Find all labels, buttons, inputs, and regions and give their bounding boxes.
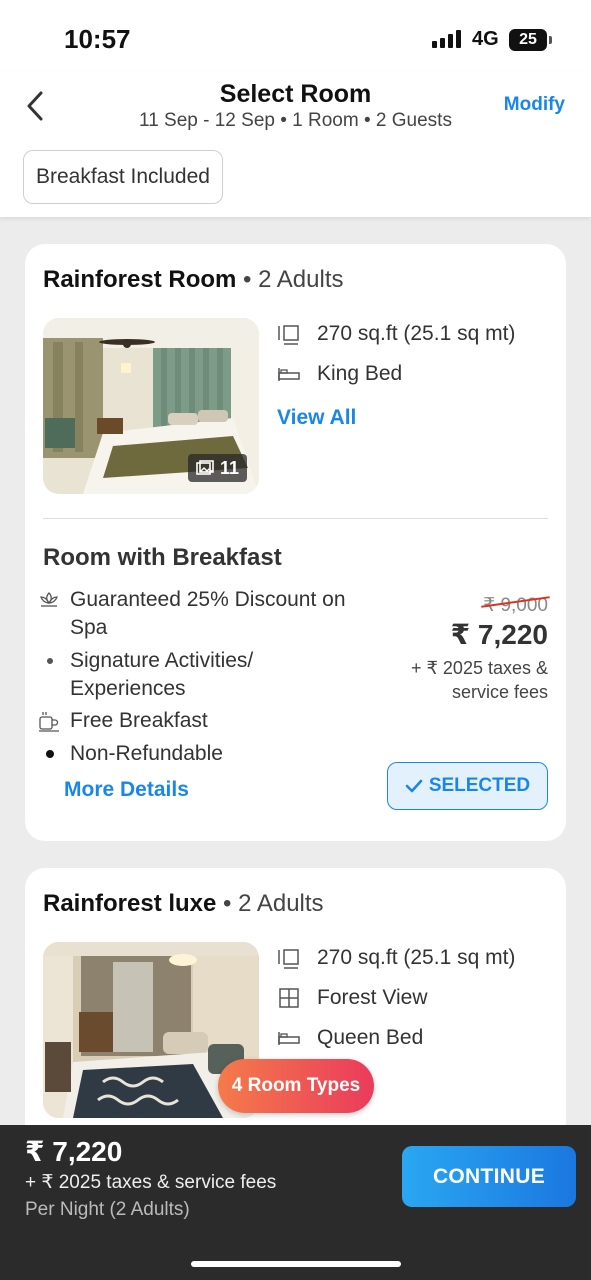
area-icon [278, 949, 299, 969]
room-feature-label: 270 sq.ft (25.1 sq mt) [317, 322, 516, 345]
selected-button[interactable]: SELECTED [387, 762, 548, 810]
gallery-icon [196, 460, 214, 475]
room-name: Rainforest Room [43, 266, 237, 293]
separator-dot: • [216, 890, 239, 917]
home-indicator [191, 1261, 401, 1267]
photo-count-badge: 11 [187, 454, 247, 482]
battery-level: 25 [519, 31, 537, 48]
bed-icon [278, 368, 300, 381]
room-feature-label: Forest View [317, 986, 428, 1009]
inclusion-text: Non-Refundable [70, 742, 223, 765]
room-feature-view: Forest View [277, 986, 428, 1010]
inclusion-text: Signature Activities/ Experiences [70, 649, 254, 700]
status-bar: 10:57 4G 25 [0, 0, 591, 72]
rate-plan-title: Room with Breakfast [43, 544, 282, 571]
room-title: Rainforest Room • 2 Adults [43, 266, 344, 294]
room-feature-label: King Bed [317, 362, 403, 385]
bottom-bar: ₹ 7,220 + ₹ 2025 taxes & service fees Pe… [0, 1125, 591, 1280]
window-icon [279, 988, 299, 1008]
inclusion-text: Guaranteed 25% Discount on Spa [70, 588, 346, 639]
photo-count: 11 [219, 458, 239, 478]
bed-icon [278, 1032, 300, 1045]
header: Select Room 11 Sep - 12 Sep • 1 Room • 2… [0, 72, 591, 217]
total-tax-note: + ₹ 2025 taxes & service fees [25, 1172, 277, 1193]
room-feature-label: Queen Bed [317, 1026, 424, 1049]
inclusion-text: Free Breakfast [70, 709, 208, 732]
room-card: Rainforest Room • 2 Adults 11 270 sq.ft … [25, 244, 566, 841]
original-price: ₹ 9,000 [481, 594, 550, 617]
modify-button[interactable]: Modify [504, 94, 565, 116]
room-title: Rainforest luxe • 2 Adults [43, 890, 324, 918]
discounted-price: ₹ 7,220 [450, 619, 548, 650]
status-time: 10:57 [64, 24, 131, 54]
room-feature-area: 270 sq.ft (25.1 sq mt) [277, 946, 515, 970]
continue-button[interactable]: CONTINUE [402, 1146, 576, 1207]
checkmark-icon [405, 779, 423, 793]
room-occupancy: 2 Adults [238, 890, 324, 917]
network-label: 4G [472, 28, 499, 50]
more-details-link[interactable]: More Details [64, 778, 189, 802]
room-feature-bed: Queen Bed [277, 1026, 423, 1050]
area-icon [278, 325, 299, 345]
page-title: Select Room [219, 80, 372, 108]
battery-cap [549, 36, 552, 44]
selected-label: SELECTED [428, 775, 531, 796]
room-types-button[interactable]: 4 Room Types [218, 1059, 374, 1113]
room-card: Rainforest luxe • 2 Adults 270 sq.ft (25… [25, 868, 566, 1168]
battery-icon: 25 [509, 29, 547, 51]
room-feature-bed: King Bed [277, 362, 402, 386]
bullet-icon [47, 658, 53, 664]
filter-chip-breakfast[interactable]: Breakfast Included [23, 150, 223, 204]
breakfast-icon [39, 712, 59, 732]
per-night-note: Per Night (2 Adults) [25, 1199, 190, 1220]
tax-note: + ₹ 2025 taxes & service fees [410, 658, 548, 702]
divider [43, 518, 548, 519]
separator-dot: • [236, 266, 259, 293]
room-occupancy: 2 Adults [258, 266, 344, 293]
room-feature-area: 270 sq.ft (25.1 sq mt) [277, 322, 515, 346]
view-all-link[interactable]: View All [277, 406, 356, 430]
total-price: ₹ 7,220 [25, 1136, 123, 1167]
room-feature-label: 270 sq.ft (25.1 sq mt) [317, 946, 516, 969]
spa-icon [40, 592, 58, 607]
signal-icon [432, 30, 462, 48]
booking-summary: 11 Sep - 12 Sep • 1 Room • 2 Guests [139, 110, 452, 131]
bullet-icon [46, 750, 54, 758]
room-name: Rainforest luxe [43, 890, 217, 917]
room-photo[interactable]: 11 [43, 318, 259, 494]
